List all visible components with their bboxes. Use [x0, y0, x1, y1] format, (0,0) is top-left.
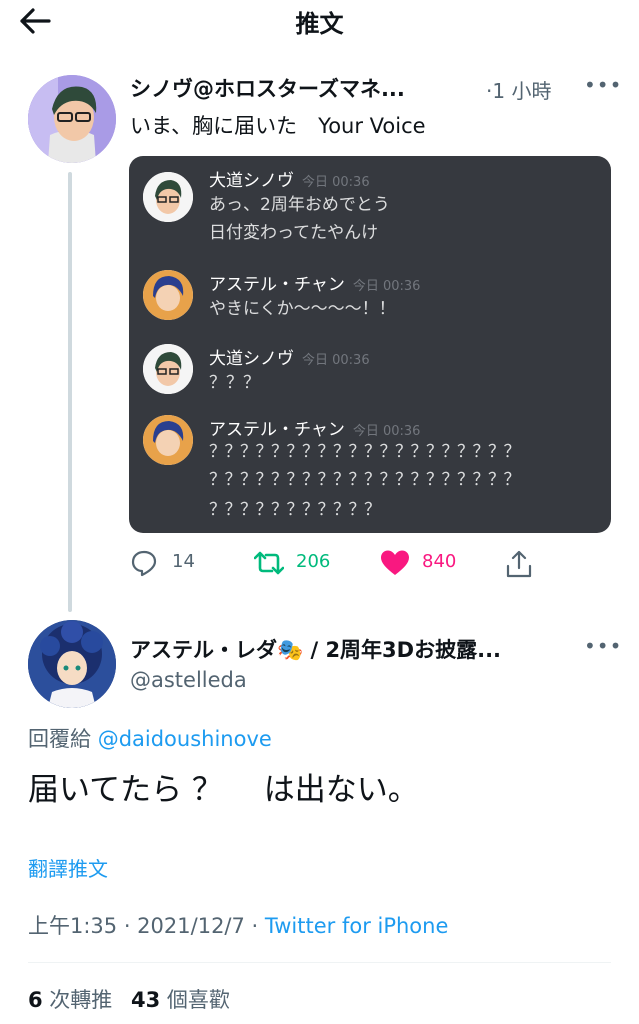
chat-avatar: [143, 415, 193, 465]
heart-icon: [381, 550, 409, 575]
chat-line: ？？？？？？？？？？？？？？？？？？？？: [209, 470, 521, 490]
mention-link[interactable]: @daidoushinove: [98, 727, 272, 751]
avatar[interactable]: [28, 75, 116, 163]
retweet-count: 206: [296, 551, 331, 572]
divider: [28, 962, 611, 963]
engagement-stats: 6 次轉推 43 個喜歡: [28, 984, 242, 1014]
tweet-text: いま、胸に届いた Your Voice: [130, 114, 426, 138]
retweet-button[interactable]: 206: [254, 545, 354, 581]
thread-connector: [68, 172, 72, 612]
chat-line: やきにくか〜〜〜〜！！: [209, 299, 396, 319]
replying-to: 回覆給 @daidoushinove: [28, 727, 272, 751]
retweet-icon: [254, 551, 284, 575]
tweet-actions: 14 206 840: [130, 545, 610, 581]
avatar[interactable]: [28, 620, 116, 708]
more-options-icon[interactable]: •••: [584, 75, 621, 100]
chat-line: あっ、2周年おめでとう: [209, 195, 390, 215]
timestamp[interactable]: 上午1:35 · 2021/12/7 ·: [28, 914, 265, 938]
translate-link[interactable]: 翻譯推文: [28, 853, 108, 882]
source-link[interactable]: Twitter for iPhone: [265, 914, 449, 938]
more-options-icon[interactable]: •••: [584, 636, 621, 661]
share-icon: [506, 550, 532, 578]
author-handle[interactable]: @astelleda: [130, 668, 247, 692]
author-name[interactable]: シノヴ@ホロスターズマネ...: [130, 73, 470, 103]
page-title: 推文: [295, 10, 344, 38]
attached-image[interactable]: 大道シノヴ 今日 00:36 あっ、2周年おめでとう 日付変わってたやんけ アステ…: [129, 156, 611, 533]
tweet-text: 届いてたら ？ は出ない。: [28, 772, 419, 808]
chat-line: ？？？？？？？？？？？: [209, 500, 381, 520]
reply-count: 14: [172, 551, 195, 572]
chat-sender: 大道シノヴ 今日 00:36: [209, 171, 370, 191]
chat-sender: アステル・チャン 今日 00:36: [209, 275, 421, 295]
reply-icon: [131, 550, 157, 577]
chat-line: 日付変わってたやんけ: [209, 223, 379, 243]
like-button[interactable]: 840: [380, 545, 480, 581]
author-name[interactable]: アステル・レダ🎭 / 2周年3Dお披露...: [130, 634, 580, 664]
chat-sender: 大道シノヴ 今日 00:36: [209, 349, 370, 369]
chat-avatar: [143, 270, 193, 320]
top-bar: 推文: [0, 0, 639, 44]
chat-line: ？？？？？？？？？？？？？？？？？？？？: [209, 442, 521, 462]
chat-avatar: [143, 344, 193, 394]
chat-avatar: [143, 172, 193, 222]
chat-line: ？？？: [209, 373, 260, 393]
share-button[interactable]: [504, 545, 544, 581]
like-count: 840: [422, 551, 457, 572]
tweet-metadata: 上午1:35 · 2021/12/7 · Twitter for iPhone: [28, 910, 448, 940]
retweets-stat[interactable]: 6 次轉推: [28, 988, 112, 1012]
tweet-time[interactable]: ·1 小時: [486, 75, 551, 104]
likes-stat[interactable]: 43 個喜歡: [131, 988, 230, 1012]
reply-button[interactable]: 14: [130, 545, 220, 581]
